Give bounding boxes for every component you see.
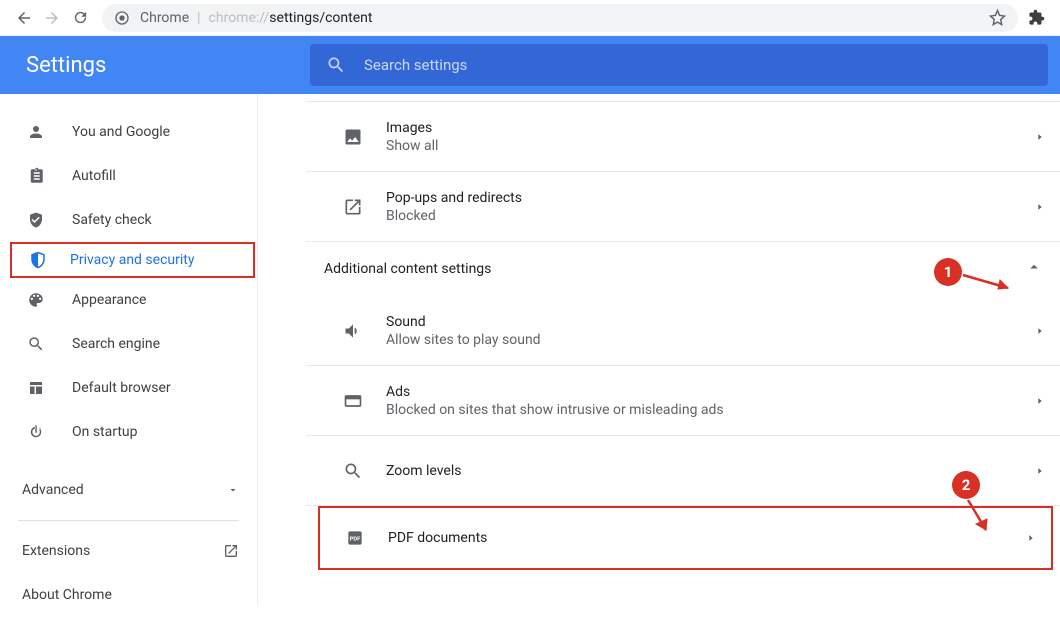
sidebar-label: You and Google	[72, 124, 170, 140]
extensions-icon[interactable]	[1022, 9, 1050, 26]
row-title: PDF documents	[388, 530, 1011, 546]
about-label: About Chrome	[22, 587, 112, 603]
settings-header: Settings	[0, 36, 1060, 94]
cut-off-row	[306, 94, 1060, 102]
chevron-right-icon	[1020, 396, 1060, 406]
search-settings[interactable]	[310, 44, 1048, 86]
highlight-pdf: PDF PDF documents	[318, 506, 1053, 570]
sidebar-advanced[interactable]: Advanced	[0, 468, 257, 512]
sidebar-item-autofill[interactable]: Autofill	[0, 154, 257, 198]
row-sub: Blocked	[386, 208, 1020, 224]
sidebar-extensions[interactable]: Extensions	[0, 529, 257, 573]
sidebar-item-search-engine[interactable]: Search engine	[0, 322, 257, 366]
sidebar-label: Autofill	[72, 168, 116, 184]
shield-check-icon	[26, 211, 46, 229]
clipboard-icon	[26, 167, 46, 185]
chevron-right-icon	[1020, 466, 1060, 476]
separator	[18, 520, 239, 521]
content-row-pdf[interactable]: PDF PDF documents	[320, 508, 1051, 568]
palette-icon	[26, 291, 46, 309]
row-sub: Show all	[386, 138, 1020, 154]
extensions-label: Extensions	[22, 543, 90, 559]
sidebar-item-appearance[interactable]: Appearance	[0, 278, 257, 322]
browser-icon	[26, 379, 46, 397]
row-title: Ads	[386, 384, 1020, 400]
content-main: Images Show all Pop-ups and redirects Bl…	[258, 94, 1060, 605]
sidebar-label: Privacy and security	[70, 252, 194, 268]
svg-text:PDF: PDF	[350, 537, 362, 543]
callout-arrow-1	[958, 264, 1018, 298]
content-row-ads[interactable]: Ads Blocked on sites that show intrusive…	[306, 366, 1060, 436]
content-row-sound[interactable]: Sound Allow sites to play sound	[306, 296, 1060, 366]
sound-icon	[342, 321, 364, 341]
settings-title: Settings	[0, 53, 310, 78]
chevron-right-icon	[1020, 202, 1060, 212]
callout-1: 1	[934, 258, 962, 286]
sidebar-label: Safety check	[72, 212, 152, 228]
row-sub: Blocked on sites that show intrusive or …	[386, 402, 1020, 418]
search-icon	[26, 335, 46, 353]
content-row-popups[interactable]: Pop-ups and redirects Blocked	[306, 172, 1060, 242]
pdf-icon: PDF	[344, 528, 366, 548]
person-icon	[26, 123, 46, 141]
sidebar-label: Search engine	[72, 336, 160, 352]
sidebar-about-chrome[interactable]: About Chrome	[0, 573, 257, 617]
forward-button[interactable]	[38, 4, 66, 32]
content-row-images[interactable]: Images Show all	[306, 102, 1060, 172]
row-title: Pop-ups and redirects	[386, 190, 1020, 206]
sidebar-label: On startup	[72, 424, 138, 440]
sidebar: You and Google Autofill Safety check Pri…	[0, 94, 258, 605]
shield-icon	[28, 251, 48, 269]
popup-icon	[342, 197, 364, 217]
chevron-right-icon	[1011, 533, 1051, 543]
chevron-up-icon	[1025, 258, 1043, 280]
body-wrap: You and Google Autofill Safety check Pri…	[0, 94, 1060, 605]
row-sub: Allow sites to play sound	[386, 332, 1020, 348]
callout-2: 2	[952, 471, 980, 499]
sidebar-label: Default browser	[72, 380, 171, 396]
search-icon	[326, 55, 346, 75]
image-icon	[342, 127, 364, 147]
chevron-right-icon	[1020, 132, 1060, 142]
section-label: Additional content settings	[324, 261, 491, 277]
divider: |	[197, 10, 200, 26]
sidebar-item-default-browser[interactable]: Default browser	[0, 366, 257, 410]
power-icon	[26, 423, 46, 441]
sidebar-item-you-and-google[interactable]: You and Google	[0, 110, 257, 154]
content-row-zoom[interactable]: Zoom levels	[306, 436, 1060, 506]
back-button[interactable]	[10, 4, 38, 32]
sidebar-label: Appearance	[72, 292, 146, 308]
sidebar-item-on-startup[interactable]: On startup	[0, 410, 257, 454]
site-icon	[114, 10, 130, 26]
callout-arrow-2	[960, 496, 1000, 540]
address-bar[interactable]: Chrome | chrome://settings/content	[102, 4, 1018, 32]
zoom-icon	[342, 461, 364, 481]
search-input[interactable]	[364, 56, 1032, 74]
chevron-right-icon	[1020, 326, 1060, 336]
site-name: Chrome	[140, 10, 189, 26]
advanced-label: Advanced	[22, 482, 84, 498]
url-path: settings/content	[269, 10, 372, 26]
row-title: Zoom levels	[386, 463, 1020, 479]
open-external-icon	[223, 543, 239, 559]
row-title: Sound	[386, 314, 1020, 330]
sidebar-item-privacy-security[interactable]: Privacy and security	[10, 242, 255, 278]
caret-down-icon	[227, 484, 239, 496]
row-title: Images	[386, 120, 1020, 136]
ads-icon	[342, 391, 364, 411]
browser-bar: Chrome | chrome://settings/content	[0, 0, 1060, 36]
star-icon[interactable]	[989, 9, 1006, 26]
sidebar-item-safety-check[interactable]: Safety check	[0, 198, 257, 242]
reload-button[interactable]	[66, 4, 94, 32]
url-host: chrome://	[209, 10, 270, 26]
